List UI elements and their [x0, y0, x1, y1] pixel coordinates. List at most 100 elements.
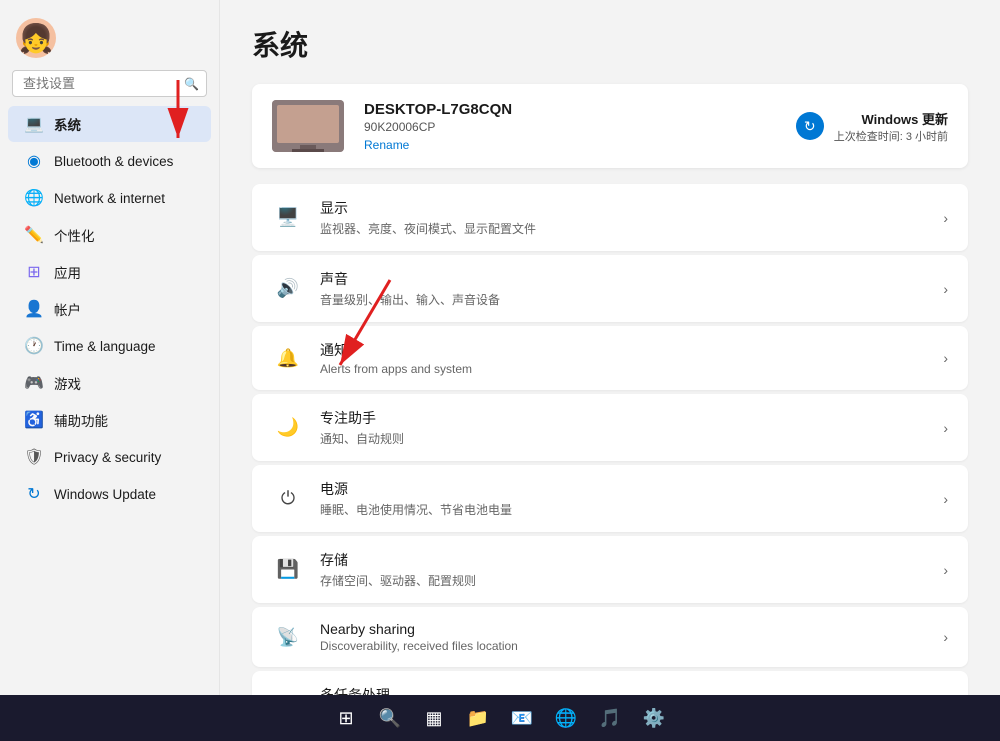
sidebar-item-label-time: Time & language: [54, 339, 156, 354]
device-thumbnail: [272, 100, 344, 152]
taskbar-files-icon[interactable]: 📁: [462, 702, 494, 734]
setting-item-focus[interactable]: 🌙 专注助手 通知、自动规则 ›: [252, 394, 968, 461]
setting-item-display[interactable]: 🖥️ 显示 监视器、亮度、夜间模式、显示配置文件 ›: [252, 184, 968, 251]
sidebar-item-label-bluetooth: Bluetooth & devices: [54, 154, 173, 169]
storage-title: 存储: [320, 550, 943, 570]
search-icon: 🔍: [184, 77, 199, 91]
sidebar-item-bluetooth[interactable]: ◉ Bluetooth & devices: [8, 143, 211, 179]
focus-texts: 专注助手 通知、自动规则: [320, 408, 943, 447]
taskbar-taskview-icon[interactable]: ▦: [418, 702, 450, 734]
windows-update-info: Windows 更新 上次检查时间: 3 小时前: [834, 109, 948, 144]
sidebar-item-apps[interactable]: ⊞ 应用: [8, 254, 211, 290]
storage-desc: 存储空间、驱动器、配置规则: [320, 572, 943, 589]
setting-item-multitask[interactable]: ⊞ 多任务处理 Snap windows, desktops, task swi…: [252, 671, 968, 695]
setting-item-power[interactable]: ⏻ 电源 睡眠、电池使用情况、节省电池电量 ›: [252, 465, 968, 532]
windows-update-badge: ↻ Windows 更新 上次检查时间: 3 小时前: [796, 109, 948, 144]
focus-title: 专注助手: [320, 408, 943, 428]
power-icon: ⏻: [272, 483, 304, 515]
nearby-texts: Nearby sharing Discoverability, received…: [320, 621, 943, 653]
time-icon: 🕐: [24, 336, 44, 356]
apps-icon: ⊞: [24, 262, 44, 282]
system-icon: 💻: [24, 114, 44, 134]
sidebar-item-label-personalize: 个性化: [54, 225, 95, 245]
windows-update-subtitle: 上次检查时间: 3 小时前: [834, 128, 948, 144]
windows-update-icon: ↻: [796, 112, 824, 140]
network-icon: 🌐: [24, 188, 44, 208]
power-desc: 睡眠、电池使用情况、节省电池电量: [320, 501, 943, 518]
setting-item-notifications[interactable]: 🔔 通知 Alerts from apps and system ›: [252, 326, 968, 390]
sidebar-item-gaming[interactable]: 🎮 游戏: [8, 365, 211, 401]
page-title: 系统: [252, 24, 968, 64]
sidebar-item-accessibility[interactable]: ♿辅助功能: [8, 402, 211, 438]
display-chevron: ›: [943, 210, 948, 226]
nearby-desc: Discoverability, received files location: [320, 639, 943, 653]
search-input[interactable]: [12, 70, 207, 97]
sidebar: 👧 🔍 💻 系统 ◉ Bluetooth & devices 🌐 Network & in…: [0, 0, 220, 695]
setting-item-nearby[interactable]: 📡 Nearby sharing Discoverability, receiv…: [252, 607, 968, 667]
gaming-icon: 🎮: [24, 373, 44, 393]
sidebar-item-time[interactable]: 🕐 Time & language: [8, 328, 211, 364]
taskbar-music-icon[interactable]: 🎵: [594, 702, 626, 734]
sidebar-item-label-apps: 应用: [54, 262, 81, 282]
nearby-icon: 📡: [272, 621, 304, 653]
focus-chevron: ›: [943, 420, 948, 436]
focus-icon: 🌙: [272, 412, 304, 444]
multitask-icon: ⊞: [272, 687, 304, 695]
accounts-icon: 👤: [24, 299, 44, 319]
power-title: 电源: [320, 479, 943, 499]
storage-texts: 存储 存储空间、驱动器、配置规则: [320, 550, 943, 589]
sidebar-item-privacy[interactable]: 🛡Privacy & security: [8, 439, 211, 475]
sidebar-item-windowsupdate[interactable]: ↻ Windows Update: [8, 476, 211, 512]
sidebar-item-label-accounts: 帐户: [54, 299, 81, 319]
taskbar-browser-icon[interactable]: 🌐: [550, 702, 582, 734]
sound-chevron: ›: [943, 281, 948, 297]
device-name: DESKTOP-L7G8CQN: [364, 101, 796, 118]
notifications-title: 通知: [320, 340, 943, 360]
search-box[interactable]: 🔍: [12, 70, 207, 97]
device-info: DESKTOP-L7G8CQN 90K20006CP Rename: [364, 101, 796, 152]
accessibility-icon: ♿: [24, 410, 44, 430]
sidebar-top: 👧: [0, 10, 219, 70]
sound-title: 声音: [320, 269, 943, 289]
personalize-icon: ✏️: [24, 225, 44, 245]
notifications-desc: Alerts from apps and system: [320, 362, 943, 376]
sound-texts: 声音 音量级别、输出、输入、声音设备: [320, 269, 943, 308]
sidebar-item-label-network: Network & internet: [54, 191, 165, 206]
device-card: DESKTOP-L7G8CQN 90K20006CP Rename ↻ Wind…: [252, 84, 968, 168]
notifications-icon: 🔔: [272, 342, 304, 374]
focus-desc: 通知、自动规则: [320, 430, 943, 447]
avatar: 👧: [16, 18, 56, 58]
taskbar-mail-icon[interactable]: 📧: [506, 702, 538, 734]
taskbar: ⊞ 🔍 ▦ 📁 📧 🌐 🎵 ⚙️: [0, 695, 1000, 741]
device-id: 90K20006CP: [364, 120, 796, 134]
taskbar-windows-icon[interactable]: ⊞: [330, 702, 362, 734]
nav-list: 💻 系统 ◉ Bluetooth & devices 🌐 Network & intern…: [0, 105, 219, 513]
display-texts: 显示 监视器、亮度、夜间模式、显示配置文件: [320, 198, 943, 237]
device-rename-link[interactable]: Rename: [364, 138, 796, 152]
sidebar-item-system[interactable]: 💻 系统: [8, 106, 211, 142]
main-content: 系统 DESKTOP-L7G8CQN 90K20006CP Rename: [220, 0, 1000, 695]
windowsupdate-icon: ↻: [24, 484, 44, 504]
sidebar-item-label-gaming: 游戏: [54, 373, 81, 393]
sidebar-item-label-windowsupdate: Windows Update: [54, 487, 156, 502]
taskbar-settings-icon[interactable]: ⚙️: [638, 702, 670, 734]
setting-item-sound[interactable]: 🔊 声音 音量级别、输出、输入、声音设备 ›: [252, 255, 968, 322]
sidebar-item-personalize[interactable]: ✏️ 个性化: [8, 217, 211, 253]
bluetooth-icon: ◉: [24, 151, 44, 171]
settings-list: 🖥️ 显示 监视器、亮度、夜间模式、显示配置文件 › 🔊 声音 音量级别、输出、…: [252, 184, 968, 695]
sidebar-item-label-system: 系统: [54, 114, 81, 134]
setting-item-storage[interactable]: 💾 存储 存储空间、驱动器、配置规则 ›: [252, 536, 968, 603]
sound-icon: 🔊: [272, 273, 304, 305]
storage-chevron: ›: [943, 562, 948, 578]
sidebar-item-network[interactable]: 🌐 Network & internet: [8, 180, 211, 216]
power-chevron: ›: [943, 491, 948, 507]
display-title: 显示: [320, 198, 943, 218]
display-desc: 监视器、亮度、夜间模式、显示配置文件: [320, 220, 943, 237]
windows-update-title: Windows 更新: [834, 109, 948, 128]
sound-desc: 音量级别、输出、输入、声音设备: [320, 291, 943, 308]
taskbar-search-icon[interactable]: 🔍: [374, 702, 406, 734]
nearby-chevron: ›: [943, 629, 948, 645]
privacy-icon: 🛡: [24, 447, 44, 467]
power-texts: 电源 睡眠、电池使用情况、节省电池电量: [320, 479, 943, 518]
sidebar-item-accounts[interactable]: 👤 帐户: [8, 291, 211, 327]
